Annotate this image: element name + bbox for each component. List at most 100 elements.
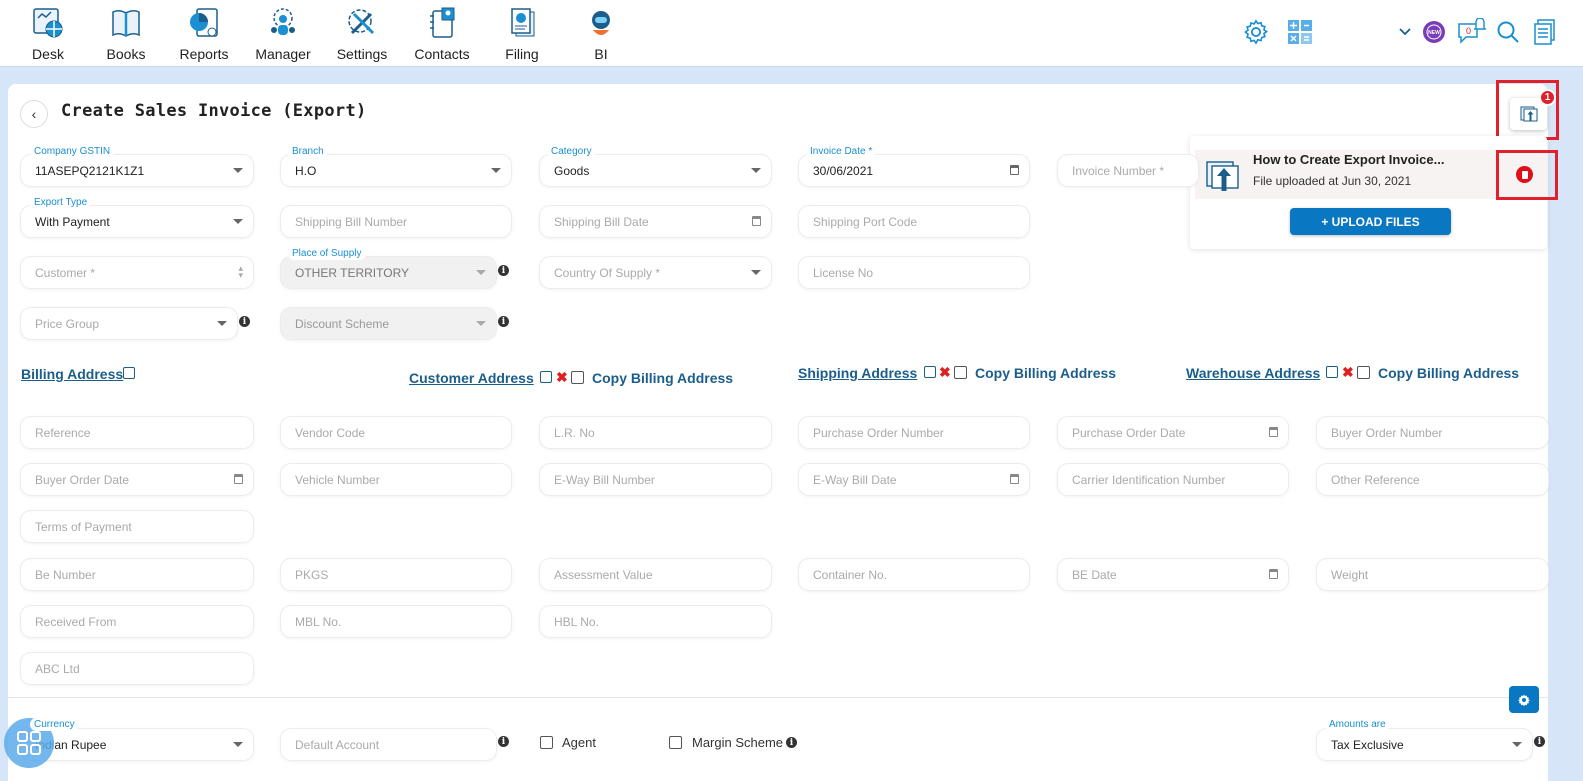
price-group-select[interactable]: Price Group xyxy=(21,308,237,339)
currency-label: Currency xyxy=(30,718,79,731)
info-icon[interactable]: i xyxy=(498,265,509,276)
customer-select[interactable]: Customer * ▴ ▾ xyxy=(21,257,253,288)
abc-ltd-input[interactable]: ABC Ltd xyxy=(21,653,253,684)
export-type-value: With Payment xyxy=(35,214,110,229)
bi-robot-icon xyxy=(582,4,620,42)
chevron-down-icon[interactable] xyxy=(1393,18,1417,46)
buyer-order-date-input[interactable]: Buyer Order Date xyxy=(21,464,253,495)
discount-scheme-select[interactable]: Discount Scheme xyxy=(281,308,496,339)
shipping-bill-date-input[interactable]: Shipping Bill Date xyxy=(540,206,771,237)
settings-gear-icon[interactable] xyxy=(1242,18,1270,46)
nav-manager[interactable]: Manager xyxy=(243,0,323,62)
caret-down-icon xyxy=(476,321,486,326)
received-from-input[interactable]: Received From xyxy=(21,606,253,637)
hbl-no-input[interactable]: HBL No. xyxy=(540,606,771,637)
remove-icon[interactable]: ✖ xyxy=(556,369,568,386)
export-type-select[interactable]: With Payment xyxy=(21,206,253,237)
edit-icon[interactable] xyxy=(924,366,936,378)
nav-desk[interactable]: Desk xyxy=(8,0,88,62)
e-way-bill-number-input[interactable]: E-Way Bill Number xyxy=(540,464,771,495)
nav-reports[interactable]: Reports xyxy=(164,0,244,62)
shipping-address-link[interactable]: Shipping Address xyxy=(798,365,917,381)
buyer-order-number-input[interactable]: Buyer Order Number xyxy=(1317,417,1548,448)
calculator-icon[interactable] xyxy=(1286,18,1314,46)
nav-books[interactable]: Books xyxy=(86,0,166,62)
copy-billing-checkbox[interactable] xyxy=(1357,366,1370,379)
invoice-date-input[interactable]: 30/06/2021 xyxy=(799,155,1029,186)
upload-files-button[interactable]: + UPLOAD FILES xyxy=(1290,208,1451,235)
nav-bi[interactable]: BI xyxy=(561,0,641,62)
search-icon[interactable] xyxy=(1494,18,1522,46)
shipping-bill-number-input[interactable]: Shipping Bill Number xyxy=(281,206,511,237)
mbl-no-input[interactable]: MBL No. xyxy=(281,606,511,637)
customer-address-link[interactable]: Customer Address xyxy=(409,370,534,386)
agent-checkbox[interactable] xyxy=(540,736,553,749)
shipping-port-code-input[interactable]: Shipping Port Code xyxy=(799,206,1029,237)
calendar-icon xyxy=(1269,569,1278,579)
place-of-supply-select[interactable]: OTHER TERRITORY xyxy=(281,257,496,288)
margin-scheme-checkbox[interactable] xyxy=(669,736,682,749)
attachments-popup: How to Create Export Invoice... File upl… xyxy=(1190,136,1547,249)
reference-input[interactable]: Reference xyxy=(21,417,253,448)
vehicle-number-input[interactable]: Vehicle Number xyxy=(281,464,511,495)
remove-icon[interactable]: ✖ xyxy=(1342,364,1354,381)
placeholder: ABC Ltd xyxy=(35,661,80,676)
placeholder: Buyer Order Number xyxy=(1331,425,1443,440)
nav-contacts[interactable]: Contacts xyxy=(402,0,482,62)
company-gstin-select[interactable]: 11ASEPQ2121K1Z1 xyxy=(21,155,253,186)
billing-address-link[interactable]: Billing Address xyxy=(21,366,123,382)
country-of-supply-select[interactable]: Country Of Supply * xyxy=(540,257,771,288)
copy-billing-checkbox[interactable] xyxy=(954,366,967,379)
placeholder: Buyer Order Date xyxy=(35,472,130,487)
new-badge-icon[interactable]: NEW xyxy=(1420,18,1448,46)
nav-settings[interactable]: Settings xyxy=(322,0,402,62)
invoice-number-input[interactable]: Invoice Number * xyxy=(1058,155,1198,186)
edit-icon[interactable] xyxy=(123,367,135,379)
documents-icon[interactable] xyxy=(1531,18,1559,46)
attachment-title[interactable]: How to Create Export Invoice... xyxy=(1253,152,1444,167)
other-reference-input[interactable]: Other Reference xyxy=(1317,464,1548,495)
placeholder: MBL No. xyxy=(295,614,342,629)
purchase-order-number-input[interactable]: Purchase Order Number xyxy=(799,417,1029,448)
warehouse-address-link[interactable]: Warehouse Address xyxy=(1186,365,1320,381)
weight-input[interactable]: Weight xyxy=(1317,559,1548,590)
copy-billing-checkbox[interactable] xyxy=(571,371,584,384)
l-r-no-input[interactable]: L.R. No xyxy=(540,417,771,448)
manager-icon xyxy=(264,4,302,42)
info-icon[interactable]: i xyxy=(239,316,250,327)
info-icon[interactable]: i xyxy=(786,737,797,748)
e-way-bill-date-input[interactable]: E-Way Bill Date xyxy=(799,464,1029,495)
edit-icon[interactable] xyxy=(540,371,552,383)
notification-bell-icon[interactable]: 0 xyxy=(1457,18,1487,46)
nav-filing[interactable]: Filing xyxy=(482,0,562,62)
attachment-item[interactable]: How to Create Export Invoice... File upl… xyxy=(1195,150,1547,199)
vendor-code-input[interactable]: Vendor Code xyxy=(281,417,511,448)
be-date-input[interactable]: BE Date xyxy=(1058,559,1288,590)
container-no-input[interactable]: Container No. xyxy=(799,559,1029,590)
placeholder: Purchase Order Number xyxy=(813,425,944,440)
info-icon[interactable]: i xyxy=(498,736,509,747)
license-no-input[interactable]: License No xyxy=(799,257,1029,288)
purchase-order-date-input[interactable]: Purchase Order Date xyxy=(1058,417,1288,448)
branch-select[interactable]: H.O xyxy=(281,155,511,186)
invoice-date-label: Invoice Date * xyxy=(806,145,877,158)
currency-select[interactable]: Indian Rupee xyxy=(21,729,253,760)
delete-attachment-button[interactable] xyxy=(1516,166,1533,183)
remove-icon[interactable]: ✖ xyxy=(939,364,951,381)
default-account-input[interactable]: Default Account xyxy=(281,729,496,760)
category-value: Goods xyxy=(554,163,590,178)
amounts-are-select[interactable]: Tax Exclusive xyxy=(1317,729,1532,760)
be-number-input[interactable]: Be Number xyxy=(21,559,253,590)
assessment-value-input[interactable]: Assessment Value xyxy=(540,559,771,590)
back-button[interactable]: ‹ xyxy=(20,100,48,128)
info-icon[interactable]: i xyxy=(1534,736,1545,747)
placeholder: Reference xyxy=(35,425,91,440)
carrier-identification-number-input[interactable]: Carrier Identification Number xyxy=(1058,464,1288,495)
info-icon[interactable]: i xyxy=(498,316,509,327)
category-select[interactable]: Goods xyxy=(540,155,771,186)
pkgs-input[interactable]: PKGS xyxy=(281,559,511,590)
terms-of-payment-input[interactable]: Terms of Payment xyxy=(21,511,253,542)
column-settings-button[interactable] xyxy=(1509,686,1539,713)
edit-icon[interactable] xyxy=(1326,366,1338,378)
placeholder: E-Way Bill Date xyxy=(813,472,897,487)
